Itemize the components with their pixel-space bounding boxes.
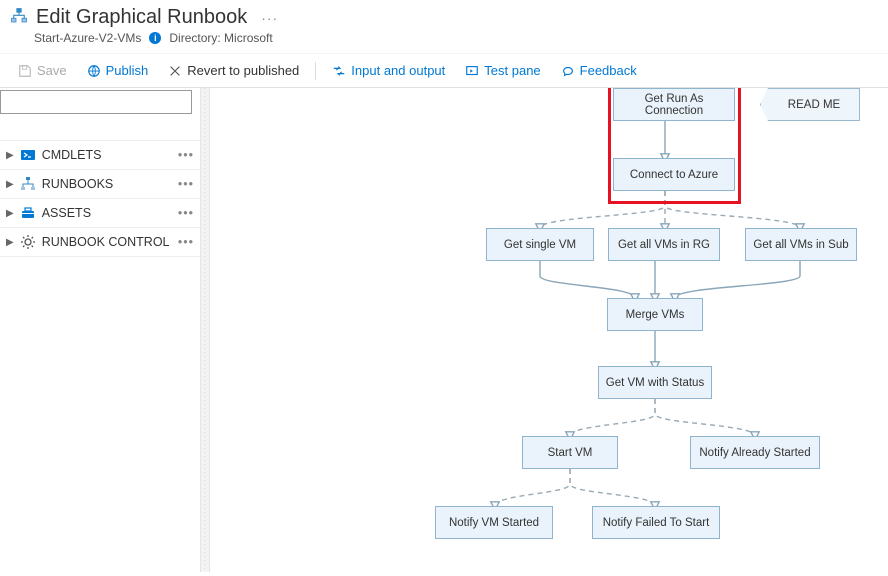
gear-icon	[20, 234, 36, 250]
node-get-run-as-connection[interactable]: Get Run As Connection	[613, 88, 735, 121]
info-icon[interactable]: i	[149, 32, 161, 44]
node-get-all-vms-sub[interactable]: Get all VMs in Sub	[745, 228, 857, 261]
node-get-all-vms-rg[interactable]: Get all VMs in RG	[608, 228, 720, 261]
io-icon	[332, 64, 346, 78]
globe-icon	[87, 64, 101, 78]
save-button[interactable]: Save	[10, 60, 75, 81]
library-sidebar: ▶ CMDLETS ••• ▶ RUNBOOKS ••• ▶ ASSETS ••…	[0, 88, 200, 572]
page-title: Edit Graphical Runbook	[36, 6, 247, 29]
item-more-icon[interactable]: •••	[178, 177, 194, 191]
search-input[interactable]	[0, 90, 192, 114]
pane-divider[interactable]	[200, 88, 210, 572]
sidebar-item-runbook-control[interactable]: ▶ RUNBOOK CONTROL •••	[0, 228, 200, 257]
input-output-button[interactable]: Input and output	[324, 60, 453, 81]
powershell-icon	[20, 147, 36, 163]
sidebar-item-cmdlets[interactable]: ▶ CMDLETS •••	[0, 141, 200, 170]
publish-button[interactable]: Publish	[79, 60, 157, 81]
sidebar-item-label: CMDLETS	[42, 148, 172, 162]
testpane-icon	[465, 64, 479, 78]
directory-label: Directory: Microsoft	[169, 31, 272, 45]
revert-button[interactable]: Revert to published	[160, 60, 307, 81]
item-more-icon[interactable]: •••	[178, 235, 194, 249]
toolbox-icon	[20, 205, 36, 221]
test-pane-button[interactable]: Test pane	[457, 60, 548, 81]
sidebar-item-runbooks[interactable]: ▶ RUNBOOKS •••	[0, 170, 200, 199]
node-get-vm-with-status[interactable]: Get VM with Status	[598, 366, 712, 399]
close-icon	[168, 64, 182, 78]
chevron-right-icon: ▶	[6, 150, 14, 161]
item-more-icon[interactable]: •••	[178, 206, 194, 220]
item-more-icon[interactable]: •••	[178, 148, 194, 162]
title-more-button[interactable]: ···	[255, 10, 278, 26]
sidebar-item-label: ASSETS	[42, 206, 172, 220]
node-connect-to-azure[interactable]: Connect to Azure	[613, 158, 735, 191]
page-subheader: Start-Azure-V2-VMs i Directory: Microsof…	[0, 31, 888, 53]
sidebar-item-assets[interactable]: ▶ ASSETS •••	[0, 199, 200, 228]
node-readme[interactable]: READ ME	[760, 88, 860, 121]
hierarchy-icon	[20, 176, 36, 192]
save-icon	[18, 64, 32, 78]
node-merge-vms[interactable]: Merge VMs	[607, 298, 703, 331]
chevron-right-icon: ▶	[6, 179, 14, 190]
node-notify-vm-started[interactable]: Notify VM Started	[435, 506, 553, 539]
node-start-vm[interactable]: Start VM	[522, 436, 618, 469]
sidebar-item-label: RUNBOOK CONTROL	[42, 235, 172, 249]
runbook-canvas[interactable]: Get Run As Connection READ ME Connect to…	[210, 88, 888, 572]
sidebar-item-label: RUNBOOKS	[42, 177, 172, 191]
node-notify-already-started[interactable]: Notify Already Started	[690, 436, 820, 469]
chevron-right-icon: ▶	[6, 237, 14, 248]
page-header: Edit Graphical Runbook ···	[0, 0, 888, 31]
node-get-single-vm[interactable]: Get single VM	[486, 228, 594, 261]
toolbar-separator	[315, 62, 316, 80]
feedback-icon	[561, 64, 575, 78]
hierarchy-icon	[10, 7, 28, 28]
chevron-right-icon: ▶	[6, 208, 14, 219]
node-notify-failed-to-start[interactable]: Notify Failed To Start	[592, 506, 720, 539]
toolbar: Save Publish Revert to published Input a…	[0, 53, 888, 88]
canvas-links	[210, 88, 888, 572]
runbook-name: Start-Azure-V2-VMs	[34, 31, 141, 45]
feedback-button[interactable]: Feedback	[553, 60, 645, 81]
